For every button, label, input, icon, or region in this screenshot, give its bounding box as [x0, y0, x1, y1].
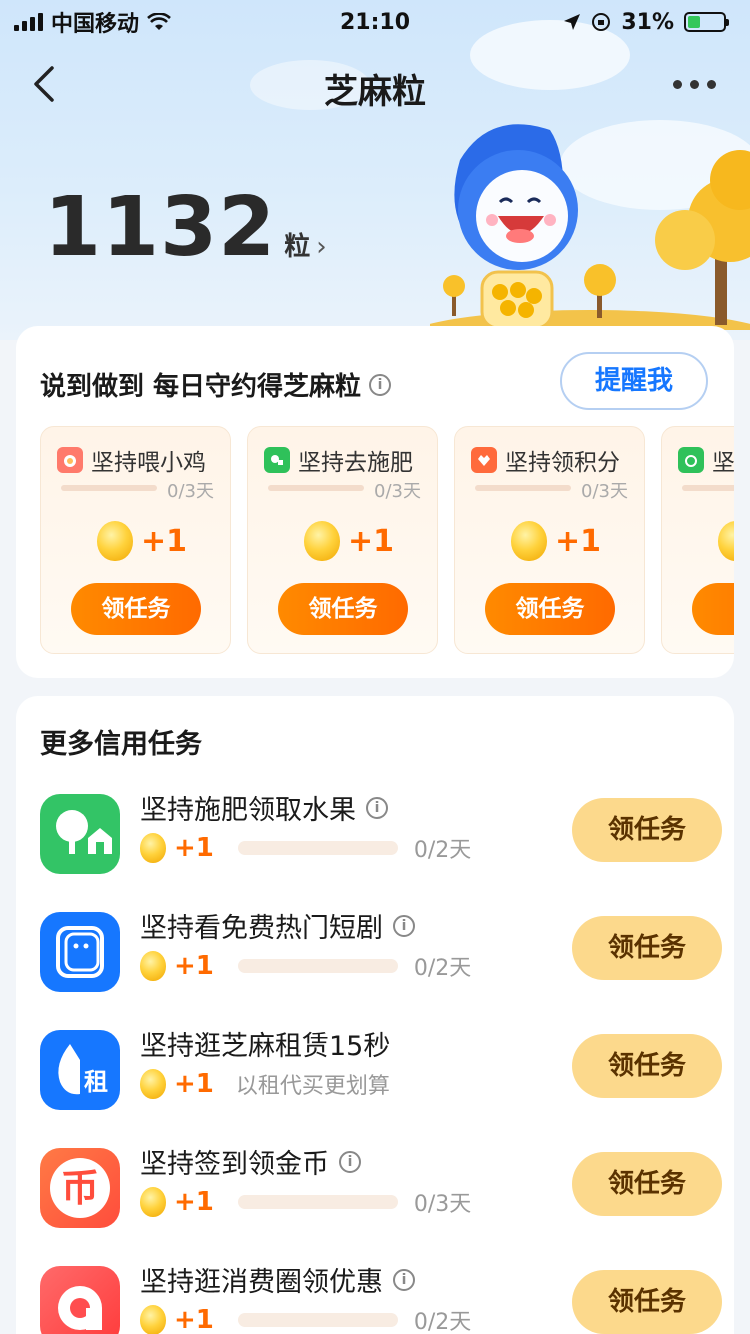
task-name: 坚 [712, 450, 734, 476]
sesame-seed-icon [511, 521, 547, 561]
claim-task-button[interactable]: 领任务 [572, 1034, 722, 1098]
task-progress: 0/3天 [581, 481, 628, 502]
claim-task-button[interactable]: 领任务 [572, 798, 722, 862]
task-progress-bar [475, 485, 571, 491]
task-reward: +1 [304, 521, 394, 561]
task-description: 以租代买更划算 [235, 1074, 390, 1099]
coin-app-icon: 币 [40, 1148, 120, 1228]
task-name: 坚持喂小鸡 [91, 450, 206, 476]
task-progress: 0/3天 [374, 481, 421, 502]
sesame-seed-icon [140, 951, 166, 981]
points-unit: 粒 [284, 232, 311, 262]
task-progress-bar [268, 485, 364, 491]
task-progress: 0/3天 [413, 1192, 472, 1217]
consumer-circle-app-icon [40, 1266, 120, 1334]
chevron-right-icon: › [316, 232, 327, 262]
reward-amount: +1 [141, 523, 188, 559]
more-options-icon[interactable] [673, 80, 716, 89]
sesame-seed-icon [718, 521, 734, 561]
short-drama-app-icon [40, 912, 120, 992]
fruit-icon [678, 447, 704, 473]
task-card[interactable]: 坚 领 [661, 426, 734, 654]
task-progress-bar [237, 1195, 398, 1209]
points-summary[interactable]: 1132 粒 › [44, 180, 327, 275]
sesame-seed-icon [304, 521, 340, 561]
sesame-seed-icon [140, 1187, 166, 1217]
claim-task-button[interactable]: 领任务 [572, 1270, 722, 1334]
points-value: 1132 [44, 180, 277, 275]
claim-task-button[interactable]: 领任务 [485, 583, 615, 635]
task-card[interactable]: 坚持去施肥 0/3天 +1 领任务 [247, 426, 438, 654]
daily-promise-card: 说到做到 每日守约得芝麻粒 i 提醒我 坚持喂小鸡 0/3天 +1 领任务 坚持… [16, 326, 734, 678]
claim-task-button[interactable]: 领任务 [572, 916, 722, 980]
task-title: 坚持施肥领取水果 [140, 795, 356, 826]
task-name: 坚持领积分 [505, 450, 620, 476]
task-title: 坚持签到领金币 [140, 1149, 329, 1180]
info-icon[interactable]: i [339, 1150, 361, 1173]
task-progress-bar [237, 841, 398, 855]
status-bar: 中国移动 21:10 31% [0, 0, 750, 44]
claim-task-button[interactable]: 领任务 [278, 583, 408, 635]
page-title: 芝麻粒 [324, 72, 426, 112]
mascot-illustration [430, 124, 750, 330]
more-tasks-card: 更多信用任务 坚持施肥领取水果 i +1 0/2天 领任务 坚持看免费热门短剧 … [16, 696, 734, 1334]
info-icon[interactable]: i [366, 796, 388, 819]
task-progress-bar [237, 1313, 398, 1327]
reward-amount: +1 [174, 833, 214, 863]
clock: 21:10 [339, 9, 411, 35]
farm-icon [264, 447, 290, 473]
info-icon[interactable]: i [393, 914, 415, 937]
sesame-seed-icon [140, 833, 166, 863]
remind-me-button[interactable]: 提醒我 [560, 352, 708, 410]
info-icon[interactable]: i [369, 373, 392, 396]
task-title: 坚持逛芝麻租赁15秒 [140, 1031, 391, 1062]
reward-amount: +1 [174, 1187, 214, 1217]
task-reward: +1 [511, 521, 601, 561]
list-item: 坚持逛消费圈领优惠 i +1 0/2天 领任务 [40, 1260, 722, 1334]
task-title: 坚持看免费热门短剧 [140, 913, 383, 944]
list-item: 坚持看免费热门短剧 i +1 0/2天 领任务 [40, 906, 722, 1006]
reward-amount: +1 [555, 523, 602, 559]
list-item: 币 坚持签到领金币 i +1 0/3天 领任务 [40, 1142, 722, 1242]
more-tasks-title: 更多信用任务 [40, 729, 202, 760]
claim-task-button[interactable]: 领任务 [572, 1152, 722, 1216]
task-progress: 0/2天 [413, 838, 472, 863]
coin-icon-label: 币 [50, 1158, 110, 1218]
rental-app-icon: 租 [40, 1030, 120, 1110]
reward-amount: +1 [174, 951, 214, 981]
reward-amount: +1 [174, 1069, 214, 1099]
task-reward [718, 521, 734, 561]
battery-icon [684, 12, 729, 32]
task-progress: 0/2天 [413, 1310, 472, 1334]
task-progress-bar [682, 485, 734, 491]
task-progress: 0/3天 [167, 481, 214, 502]
sesame-seed-icon [97, 521, 133, 561]
points-gift-icon [471, 447, 497, 473]
task-name: 坚持去施肥 [298, 450, 413, 476]
daily-tasks-row: 坚持喂小鸡 0/3天 +1 领任务 坚持去施肥 0/3天 +1 领任务 坚持领积… [40, 426, 734, 654]
nav-bar: 芝麻粒 [0, 56, 750, 116]
sesame-seed-icon [140, 1305, 166, 1334]
chick-icon [57, 447, 83, 473]
claim-task-button[interactable]: 领 [692, 583, 734, 635]
claim-task-button[interactable]: 领任务 [71, 583, 201, 635]
info-icon[interactable]: i [393, 1268, 415, 1291]
task-card[interactable]: 坚持喂小鸡 0/3天 +1 领任务 [40, 426, 231, 654]
task-progress-bar [237, 959, 398, 973]
orchard-app-icon [40, 794, 120, 874]
daily-title: 说到做到 每日守约得芝麻粒 [40, 372, 362, 402]
rental-icon-label: 租 [84, 1068, 108, 1096]
sesame-seed-icon [140, 1069, 166, 1099]
reward-amount: +1 [174, 1305, 214, 1334]
task-progress-bar [61, 485, 157, 491]
list-item: 坚持施肥领取水果 i +1 0/2天 领任务 [40, 788, 722, 888]
task-reward: +1 [97, 521, 187, 561]
daily-section-header: 说到做到 每日守约得芝麻粒 i [40, 366, 392, 403]
reward-amount: +1 [348, 523, 395, 559]
task-card[interactable]: 坚持领积分 0/3天 +1 领任务 [454, 426, 645, 654]
task-title: 坚持逛消费圈领优惠 [140, 1267, 383, 1298]
list-item: 租 坚持逛芝麻租赁15秒 +1 以租代买更划算 领任务 [40, 1024, 722, 1124]
task-progress: 0/2天 [413, 956, 472, 981]
